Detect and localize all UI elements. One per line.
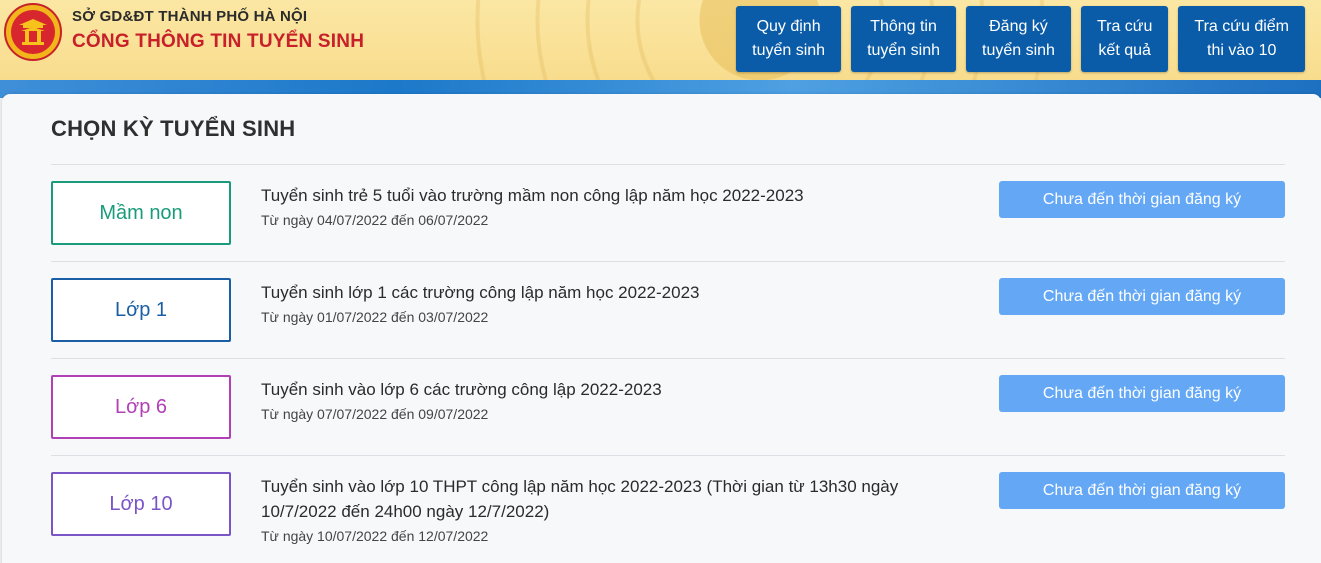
item-title: Tuyển sinh vào lớp 10 THPT công lập năm … xyxy=(261,477,899,521)
item-info: Tuyển sinh vào lớp 6 các trường công lập… xyxy=(261,377,921,422)
nav-label-line1: Tra cứu xyxy=(1096,18,1153,35)
list-item: Lớp 10 Tuyển sinh vào lớp 10 THPT công l… xyxy=(51,455,1285,563)
nav-lookup-results-button[interactable]: Tra cứu kết quả xyxy=(1080,6,1169,72)
list-item: Lớp 6 Tuyển sinh vào lớp 6 các trường cô… xyxy=(51,358,1285,455)
site-header: SỞ GD&ĐT THÀNH PHỐ HÀ NỘI CỔNG THÔNG TIN… xyxy=(0,0,1321,98)
nav-label-line2: kết quả xyxy=(1098,42,1151,59)
nav-label-line1: Tra cứu điểm xyxy=(1194,18,1289,35)
registration-status-button[interactable]: Chưa đến thời gian đăng ký xyxy=(999,181,1285,218)
item-info: Tuyển sinh vào lớp 10 THPT công lập năm … xyxy=(261,474,921,544)
nav-lookup-grade10-scores-button[interactable]: Tra cứu điểm thi vào 10 xyxy=(1178,6,1305,72)
nav-register-button[interactable]: Đăng ký tuyển sinh xyxy=(966,6,1071,72)
department-name: SỞ GD&ĐT THÀNH PHỐ HÀ NỘI xyxy=(72,8,308,25)
main-nav: Quy định tuyển sinh Thông tin tuyển sinh… xyxy=(736,6,1305,72)
nav-label-line2: thi vào 10 xyxy=(1207,42,1277,59)
list-item: Lớp 1 Tuyển sinh lớp 1 các trường công l… xyxy=(51,261,1285,358)
nav-label-line2: tuyển sinh xyxy=(867,42,940,59)
pagoda-icon xyxy=(19,19,47,45)
registration-status-button[interactable]: Chưa đến thời gian đăng ký xyxy=(999,472,1285,509)
item-date-range: Từ ngày 10/07/2022 đến 12/07/2022 xyxy=(261,528,489,544)
item-info: Tuyển sinh lớp 1 các trường công lập năm… xyxy=(261,280,921,325)
item-info: Tuyển sinh trẻ 5 tuổi vào trường mầm non… xyxy=(261,183,921,228)
admission-period-card: CHỌN KỲ TUYỂN SINH Mầm non Tuyển sinh tr… xyxy=(2,94,1321,563)
registration-status-button[interactable]: Chưa đến thời gian đăng ký xyxy=(999,278,1285,315)
level-badge-grade6[interactable]: Lớp 6 xyxy=(51,375,231,439)
item-title: Tuyển sinh vào lớp 6 các trường công lập… xyxy=(261,380,662,399)
nav-label-line1: Quy định xyxy=(756,18,821,35)
level-badge-preschool[interactable]: Mầm non xyxy=(51,181,231,245)
admission-list: Mầm non Tuyển sinh trẻ 5 tuổi vào trường… xyxy=(51,164,1285,563)
level-badge-grade10[interactable]: Lớp 10 xyxy=(51,472,231,536)
item-date-range: Từ ngày 07/07/2022 đến 09/07/2022 xyxy=(261,406,489,422)
list-item: Mầm non Tuyển sinh trẻ 5 tuổi vào trường… xyxy=(51,164,1285,261)
item-date-range: Từ ngày 04/07/2022 đến 06/07/2022 xyxy=(261,212,489,228)
nav-label-line2: tuyển sinh xyxy=(752,42,826,59)
page-title: CHỌN KỲ TUYỂN SINH xyxy=(51,116,296,141)
portal-title[interactable]: CỔNG THÔNG TIN TUYỂN SINH xyxy=(72,31,364,53)
nav-label-line1: Thông tin xyxy=(870,18,937,35)
nav-admission-info-button[interactable]: Thông tin tuyển sinh xyxy=(851,6,956,72)
item-title: Tuyển sinh lớp 1 các trường công lập năm… xyxy=(261,283,700,302)
item-date-range: Từ ngày 01/07/2022 đến 03/07/2022 xyxy=(261,309,489,325)
item-title: Tuyển sinh trẻ 5 tuổi vào trường mầm non… xyxy=(261,186,804,205)
level-badge-grade1[interactable]: Lớp 1 xyxy=(51,278,231,342)
emblem-inner xyxy=(11,10,55,54)
hanoi-emblem-logo[interactable] xyxy=(4,3,62,61)
nav-label-line2: tuyển sinh xyxy=(982,42,1055,59)
nav-admission-regulations-button[interactable]: Quy định tuyển sinh xyxy=(736,6,842,72)
nav-label-line1: Đăng ký xyxy=(989,18,1048,35)
registration-status-button[interactable]: Chưa đến thời gian đăng ký xyxy=(999,375,1285,412)
